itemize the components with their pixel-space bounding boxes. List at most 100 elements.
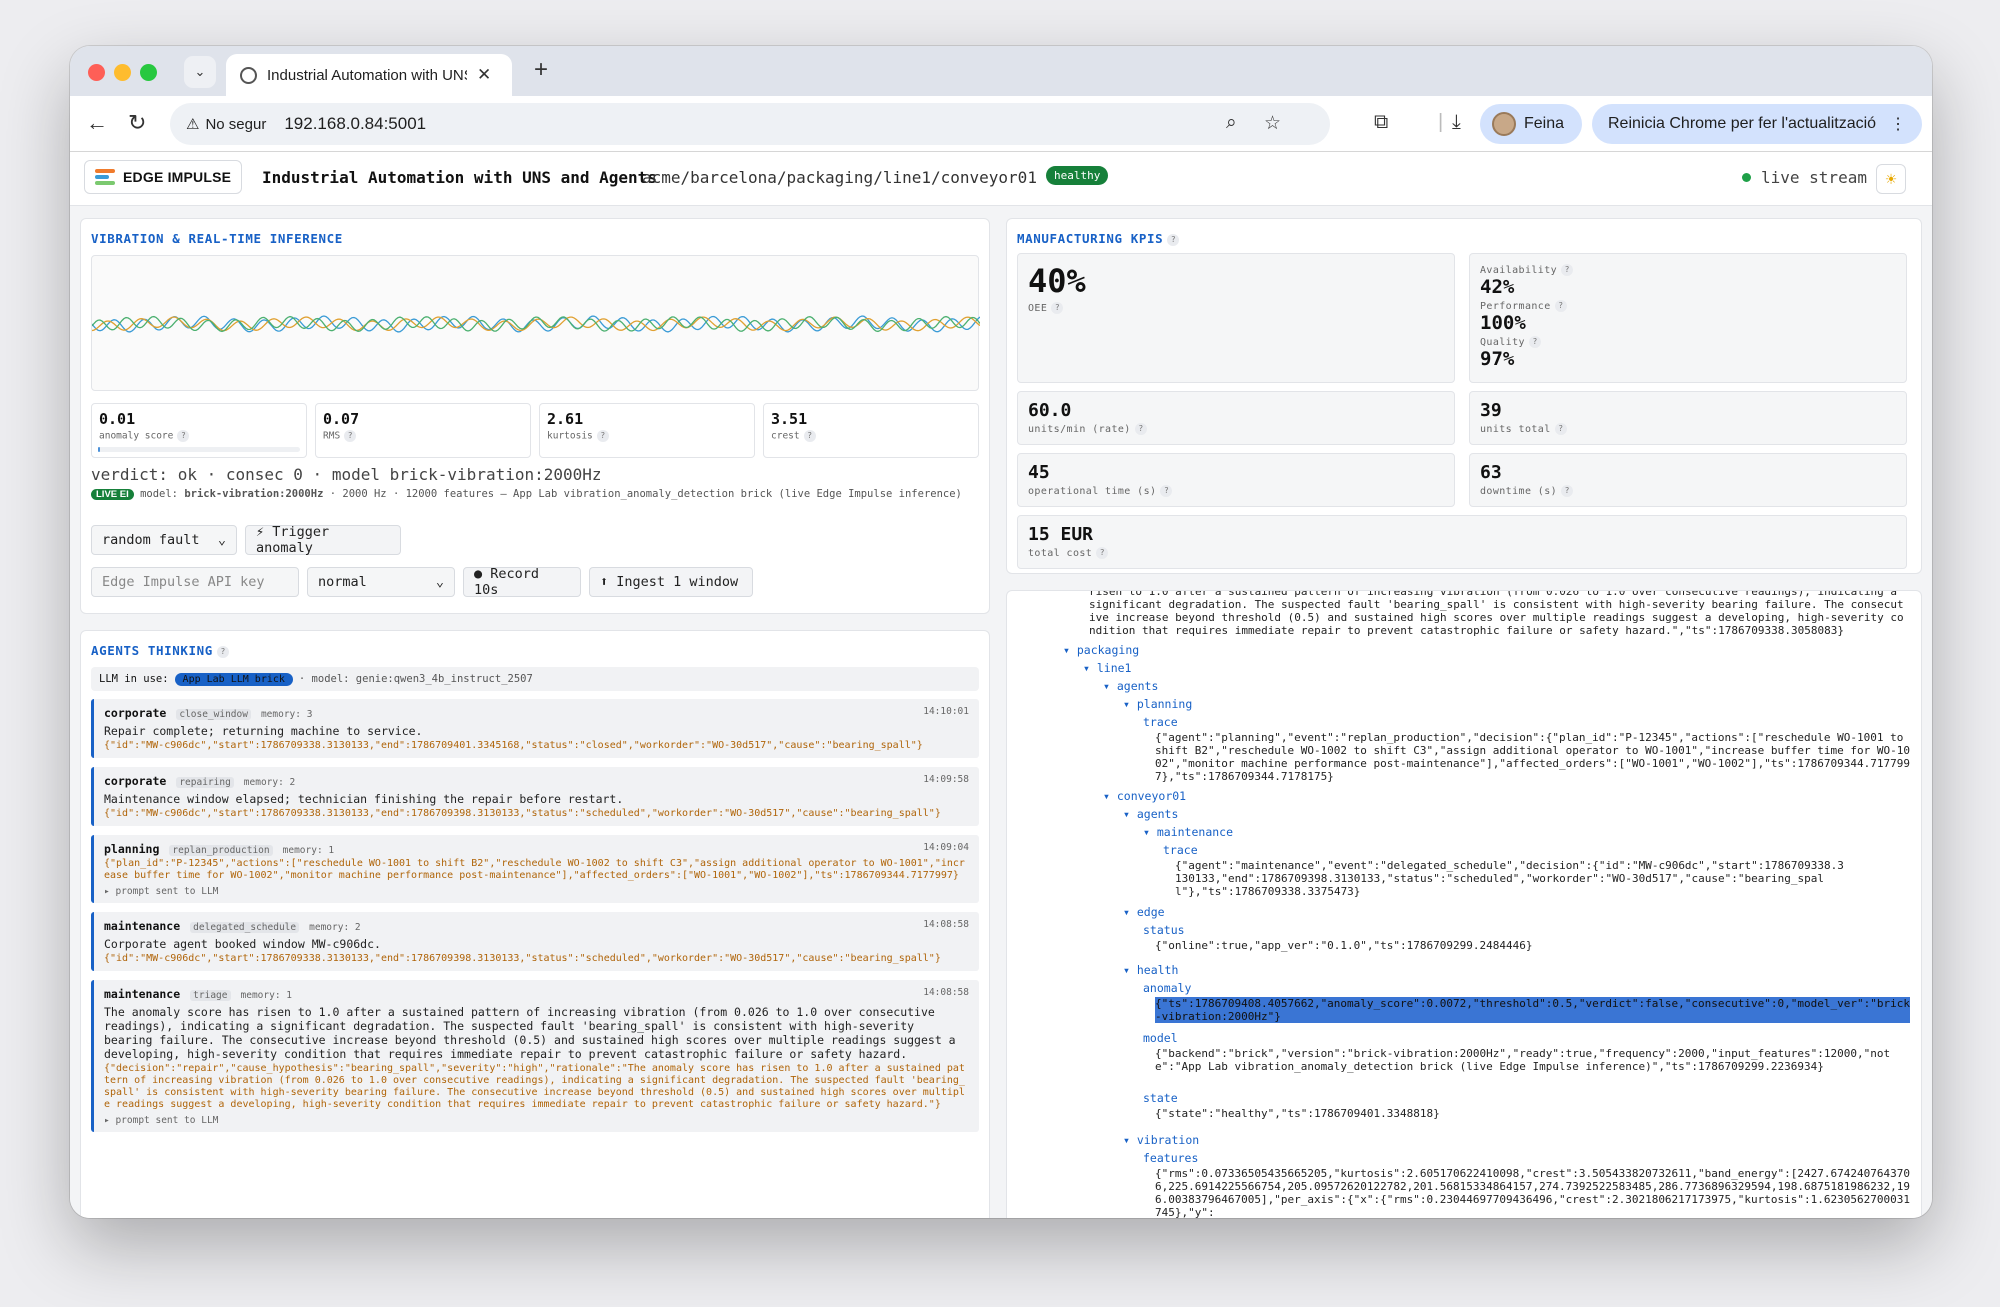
metric-rms: 0.07 RMS?: [315, 403, 531, 458]
metric-value: 2.61: [547, 410, 584, 428]
close-tab-icon[interactable]: ✕: [477, 65, 491, 85]
agent-card-header: maintenance triage memory: 1: [104, 987, 969, 1001]
download-icon[interactable]: ⤓: [1452, 111, 1461, 134]
tree-node-maintenance[interactable]: ▾ maintenance: [1143, 825, 1233, 839]
prompt-toggle[interactable]: ▸ prompt sent to LLM: [104, 1115, 969, 1126]
extensions-icon[interactable]: ⧉: [1374, 111, 1388, 134]
help-icon[interactable]: ?: [1554, 423, 1567, 435]
metric-value: 0.01: [99, 410, 136, 428]
prompt-toggle[interactable]: ▸ prompt sent to LLM: [104, 886, 969, 897]
agent-timestamp: 14:08:58: [923, 919, 969, 930]
more-menu-icon[interactable]: ⋮: [1890, 114, 1906, 134]
agent-message: Maintenance window elapsed; technician f…: [104, 792, 624, 806]
node-label: conveyor01: [1116, 789, 1187, 803]
metric-crest: 3.51 crest?: [763, 403, 979, 458]
tab-strip: ⌄ Industrial Automation with UNS ✕ +: [70, 46, 1932, 96]
browser-tab[interactable]: Industrial Automation with UNS ✕: [226, 54, 512, 96]
node-label: line1: [1096, 661, 1132, 675]
close-window-button[interactable]: [88, 64, 105, 81]
tree-node-agents[interactable]: ▾ agents: [1103, 679, 1158, 693]
op-time-label: operational time (s): [1028, 486, 1157, 497]
help-icon[interactable]: ?: [1051, 302, 1064, 314]
help-icon[interactable]: ?: [1554, 300, 1567, 312]
agent-message: The anomaly score has risen to 1.0 after…: [104, 1005, 963, 1061]
tree-node-agents[interactable]: ▾ agents: [1123, 807, 1178, 821]
address-bar[interactable]: ⚠ No segur 192.168.0.84:5001 ⌕ ☆: [170, 103, 1330, 145]
trigger-anomaly-button[interactable]: ⚡ Trigger anomaly: [245, 524, 401, 556]
tree-leaf-status[interactable]: status: [1143, 923, 1185, 937]
tree-node-packaging[interactable]: ▾ packaging: [1063, 643, 1139, 657]
uns-tree-panel[interactable]: risen to 1.0 after a sustained pattern o…: [1006, 590, 1922, 1218]
node-label: maintenance: [1156, 825, 1234, 839]
edge-impulse-logo[interactable]: EDGE IMPULSE: [84, 160, 243, 194]
chevron-down-icon: ⌄: [194, 64, 206, 79]
toolbar-divider: |: [1438, 111, 1444, 133]
tree-leaf-features[interactable]: features: [1143, 1151, 1198, 1165]
tree-value: {"rms":0.07336505435665205,"kurtosis":2.…: [1155, 1167, 1910, 1218]
oee-value: 40%: [1028, 262, 1086, 300]
agent-memory: memory: 1: [240, 990, 292, 1001]
tree-node-vibration[interactable]: ▾ vibration: [1123, 1133, 1199, 1147]
agent-memory: memory: 3: [260, 709, 313, 720]
tree-leaf-state[interactable]: state: [1143, 1091, 1178, 1105]
help-icon[interactable]: ?: [596, 430, 609, 442]
agent-card: corporate repairing memory: 2 14:09:58 Maint…: [91, 767, 979, 826]
help-icon[interactable]: ?: [177, 430, 190, 442]
mode-select-value: normal: [318, 574, 367, 590]
mode-select[interactable]: normal ⌄: [307, 567, 455, 597]
bookmark-star-icon[interactable]: ☆: [1264, 112, 1281, 135]
tree-node-line1[interactable]: ▾ line1: [1083, 661, 1131, 675]
help-icon[interactable]: ?: [344, 430, 357, 442]
tree-node-health[interactable]: ▾ health: [1123, 963, 1178, 977]
tree-node-conveyor01[interactable]: ▾ conveyor01: [1103, 789, 1186, 803]
reload-icon[interactable]: ↻: [128, 110, 146, 136]
help-icon[interactable]: ?: [1134, 423, 1147, 435]
profile-button[interactable]: Feina: [1480, 104, 1582, 144]
api-key-input[interactable]: Edge Impulse API key: [91, 567, 299, 597]
tree-leaf-trace[interactable]: trace: [1143, 715, 1178, 729]
tree-node-planning[interactable]: ▾ planning: [1123, 697, 1192, 711]
agent-event: repairing: [176, 777, 234, 788]
fault-select[interactable]: random fault ⌄: [91, 525, 237, 555]
tab-search-button[interactable]: ⌄: [184, 56, 216, 88]
maximize-window-button[interactable]: [140, 64, 157, 81]
record-button[interactable]: ● Record 10s: [463, 566, 581, 598]
rate-value: 60.0: [1028, 400, 1072, 421]
tree-leaf-anomaly[interactable]: anomaly: [1143, 981, 1191, 995]
help-icon[interactable]: ?: [1561, 485, 1574, 497]
update-chrome-button[interactable]: Reinicia Chrome per fer l'actualització …: [1592, 104, 1922, 144]
kpi-units-total: 39 units total?: [1469, 391, 1907, 445]
ingest-button[interactable]: ⬆ Ingest 1 window: [589, 567, 753, 597]
topic-path: acme/barcelona/packaging/line1/conveyor0…: [642, 168, 1037, 187]
help-icon[interactable]: ?: [1160, 485, 1173, 497]
warning-icon: ⚠: [186, 116, 200, 133]
new-tab-button[interactable]: +: [526, 56, 556, 84]
llm-badge: App Lab LLM brick: [174, 672, 293, 686]
agent-timestamp: 14:09:04: [923, 842, 969, 853]
metric-label: RMS: [323, 430, 341, 442]
tree-node-edge[interactable]: ▾ edge: [1123, 905, 1165, 919]
node-label: agents: [1116, 679, 1159, 693]
agent-card-header: corporate close_window memory: 3: [104, 706, 969, 720]
security-indicator[interactable]: ⚠ No segur: [186, 115, 266, 134]
tree-leaf-model[interactable]: model: [1143, 1031, 1178, 1045]
help-icon[interactable]: ?: [1528, 336, 1541, 348]
help-icon[interactable]: ?: [803, 430, 816, 442]
tree-leaf-trace[interactable]: trace: [1163, 843, 1198, 857]
back-icon[interactable]: ←: [86, 110, 108, 136]
browser-window: ⌄ Industrial Automation with UNS ✕ + ← ↻…: [70, 46, 1932, 1218]
minimize-window-button[interactable]: [114, 64, 131, 81]
performance-label: Performance: [1480, 301, 1551, 312]
help-icon[interactable]: ?: [216, 645, 229, 658]
agent-card-header: corporate repairing memory: 2: [104, 774, 969, 788]
help-icon[interactable]: ?: [1096, 547, 1109, 559]
app-header: EDGE IMPULSE Industrial Automation with …: [70, 152, 1932, 206]
url-text[interactable]: 192.168.0.84:5001: [284, 114, 426, 134]
model-info: LIVE EI model: brick-vibration:2000Hz · …: [91, 488, 971, 501]
node-label: agents: [1136, 807, 1179, 821]
node-label: vibration: [1136, 1133, 1200, 1147]
zoom-icon[interactable]: ⌕: [1226, 112, 1237, 134]
help-icon[interactable]: ?: [1561, 264, 1574, 276]
theme-toggle-button[interactable]: ☀: [1876, 164, 1906, 194]
help-icon[interactable]: ?: [1167, 233, 1180, 246]
